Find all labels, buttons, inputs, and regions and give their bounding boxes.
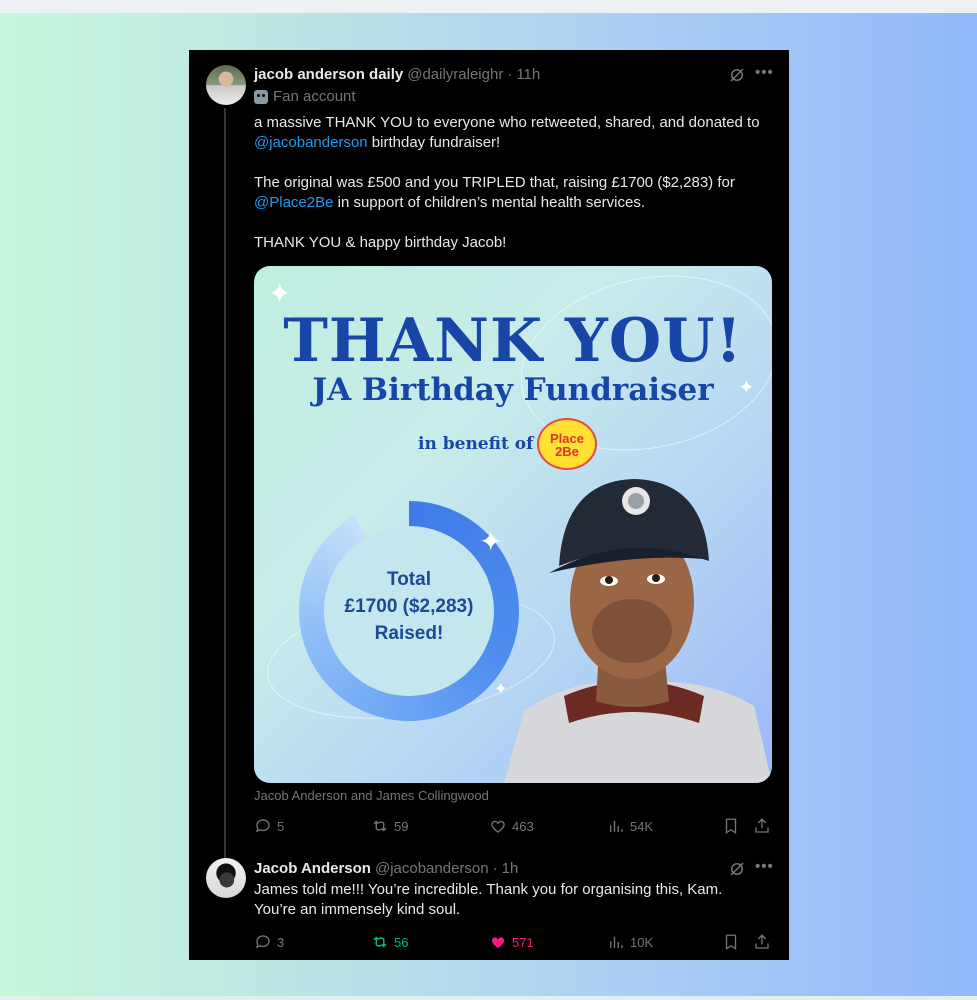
person-photo bbox=[504, 479, 772, 783]
tweet-thread-card: jacob anderson daily @dailyraleighr · 11… bbox=[189, 50, 789, 960]
views-button[interactable]: 10K bbox=[607, 932, 653, 952]
views-icon bbox=[610, 820, 623, 832]
like-button[interactable]: 571 bbox=[489, 932, 534, 952]
reply-icon bbox=[255, 935, 270, 949]
mention-link[interactable]: @jacobanderson bbox=[254, 134, 368, 151]
like-count: 571 bbox=[512, 934, 534, 950]
author-name[interactable]: Jacob Anderson bbox=[254, 860, 371, 877]
tweet-body: James told me!!! You’re incredible. Than… bbox=[254, 880, 774, 920]
fan-account-text: Fan account bbox=[273, 88, 356, 105]
tweet-body: a massive THANK YOU to everyone who retw… bbox=[254, 113, 774, 253]
like-icon bbox=[491, 937, 505, 948]
tweet-actions: 3 56 571 10K bbox=[254, 932, 774, 952]
reply-icon bbox=[255, 819, 270, 833]
reply-button[interactable]: 3 bbox=[254, 932, 284, 952]
views-icon bbox=[610, 936, 623, 948]
mention-link[interactable]: @Place2Be bbox=[254, 194, 333, 211]
sparkle-icon: ✦ bbox=[479, 526, 503, 557]
tweet-line: a massive THANK YOU to everyone who retw… bbox=[254, 114, 760, 131]
ring-total-text: Total £1700 ($2,283) Raised! bbox=[319, 566, 499, 647]
tweet-image[interactable]: ✦ ✦ ✦ THANK YOU! JA Birthday Fundraiser … bbox=[254, 266, 772, 783]
reply-count: 5 bbox=[277, 818, 285, 834]
repost-count: 56 bbox=[394, 934, 409, 950]
ring-line: £1700 ($2,283) bbox=[344, 596, 474, 617]
share-icon[interactable] bbox=[753, 817, 771, 835]
bookmark-icon[interactable] bbox=[722, 817, 740, 835]
like-icon bbox=[491, 820, 505, 833]
repost-icon bbox=[373, 936, 387, 948]
image-title: THANK YOU! bbox=[283, 306, 743, 376]
repost-count: 59 bbox=[394, 818, 409, 834]
thread-connector-line bbox=[224, 108, 226, 895]
logo-text: 2Be bbox=[555, 444, 579, 459]
tweet-header: Jacob Anderson @jacobanderson · 1h bbox=[254, 858, 518, 878]
repost-icon bbox=[373, 820, 387, 832]
like-button[interactable]: 463 bbox=[489, 816, 534, 836]
image-caption: Jacob Anderson and James Collingwood bbox=[254, 788, 489, 803]
more-icon[interactable]: ••• bbox=[755, 858, 774, 875]
time-separator: · bbox=[507, 65, 513, 83]
reply-count: 3 bbox=[277, 934, 285, 950]
reply-button[interactable]: 5 bbox=[254, 816, 284, 836]
views-count: 10K bbox=[630, 934, 654, 950]
tweet-line: The original was £500 and you TRIPLED th… bbox=[254, 174, 735, 191]
benefit-text: in benefit of bbox=[418, 434, 534, 454]
views-button[interactable]: 54K bbox=[607, 816, 653, 836]
bookmark-icon[interactable] bbox=[722, 933, 740, 951]
tweet-header: jacob anderson daily @dailyraleighr · 11… bbox=[254, 64, 540, 84]
ring-line: Total bbox=[387, 569, 431, 590]
tweet-line: in support of children’s mental health s… bbox=[333, 194, 646, 211]
ring-line: Raised! bbox=[374, 623, 444, 644]
timestamp[interactable]: 11h bbox=[516, 66, 540, 83]
bottom-strip bbox=[0, 996, 977, 1000]
image-subtitle: JA Birthday Fundraiser bbox=[312, 372, 714, 408]
timestamp[interactable]: 1h bbox=[502, 860, 519, 877]
avatar[interactable] bbox=[206, 65, 246, 105]
author-handle[interactable]: @jacobanderson bbox=[375, 860, 489, 877]
tweet-line: THANK YOU & happy birthday Jacob! bbox=[254, 234, 507, 251]
tweet-line: You’re an immensely kind soul. bbox=[254, 901, 461, 918]
tweet-line: birthday fundraiser! bbox=[367, 134, 501, 151]
author-handle[interactable]: @dailyraleighr bbox=[407, 66, 503, 83]
sparkle-icon: ✦ bbox=[268, 278, 292, 309]
repost-button[interactable]: 56 bbox=[371, 932, 408, 952]
avatar[interactable] bbox=[206, 858, 246, 898]
grok-icon[interactable] bbox=[728, 66, 746, 84]
author-name[interactable]: jacob anderson daily bbox=[254, 66, 403, 83]
more-icon[interactable]: ••• bbox=[755, 64, 774, 81]
grok-icon[interactable] bbox=[728, 860, 746, 878]
like-count: 463 bbox=[512, 818, 534, 834]
tweet-line: James told me!!! You’re incredible. Than… bbox=[254, 881, 723, 898]
repost-button[interactable]: 59 bbox=[371, 816, 408, 836]
fan-account-emoji bbox=[254, 89, 268, 104]
share-icon[interactable] bbox=[753, 933, 771, 951]
fan-account-label: Fan account bbox=[254, 88, 356, 105]
time-separator: · bbox=[492, 859, 498, 877]
tweet-actions: 5 59 463 54K bbox=[254, 816, 774, 836]
views-count: 54K bbox=[630, 818, 654, 834]
